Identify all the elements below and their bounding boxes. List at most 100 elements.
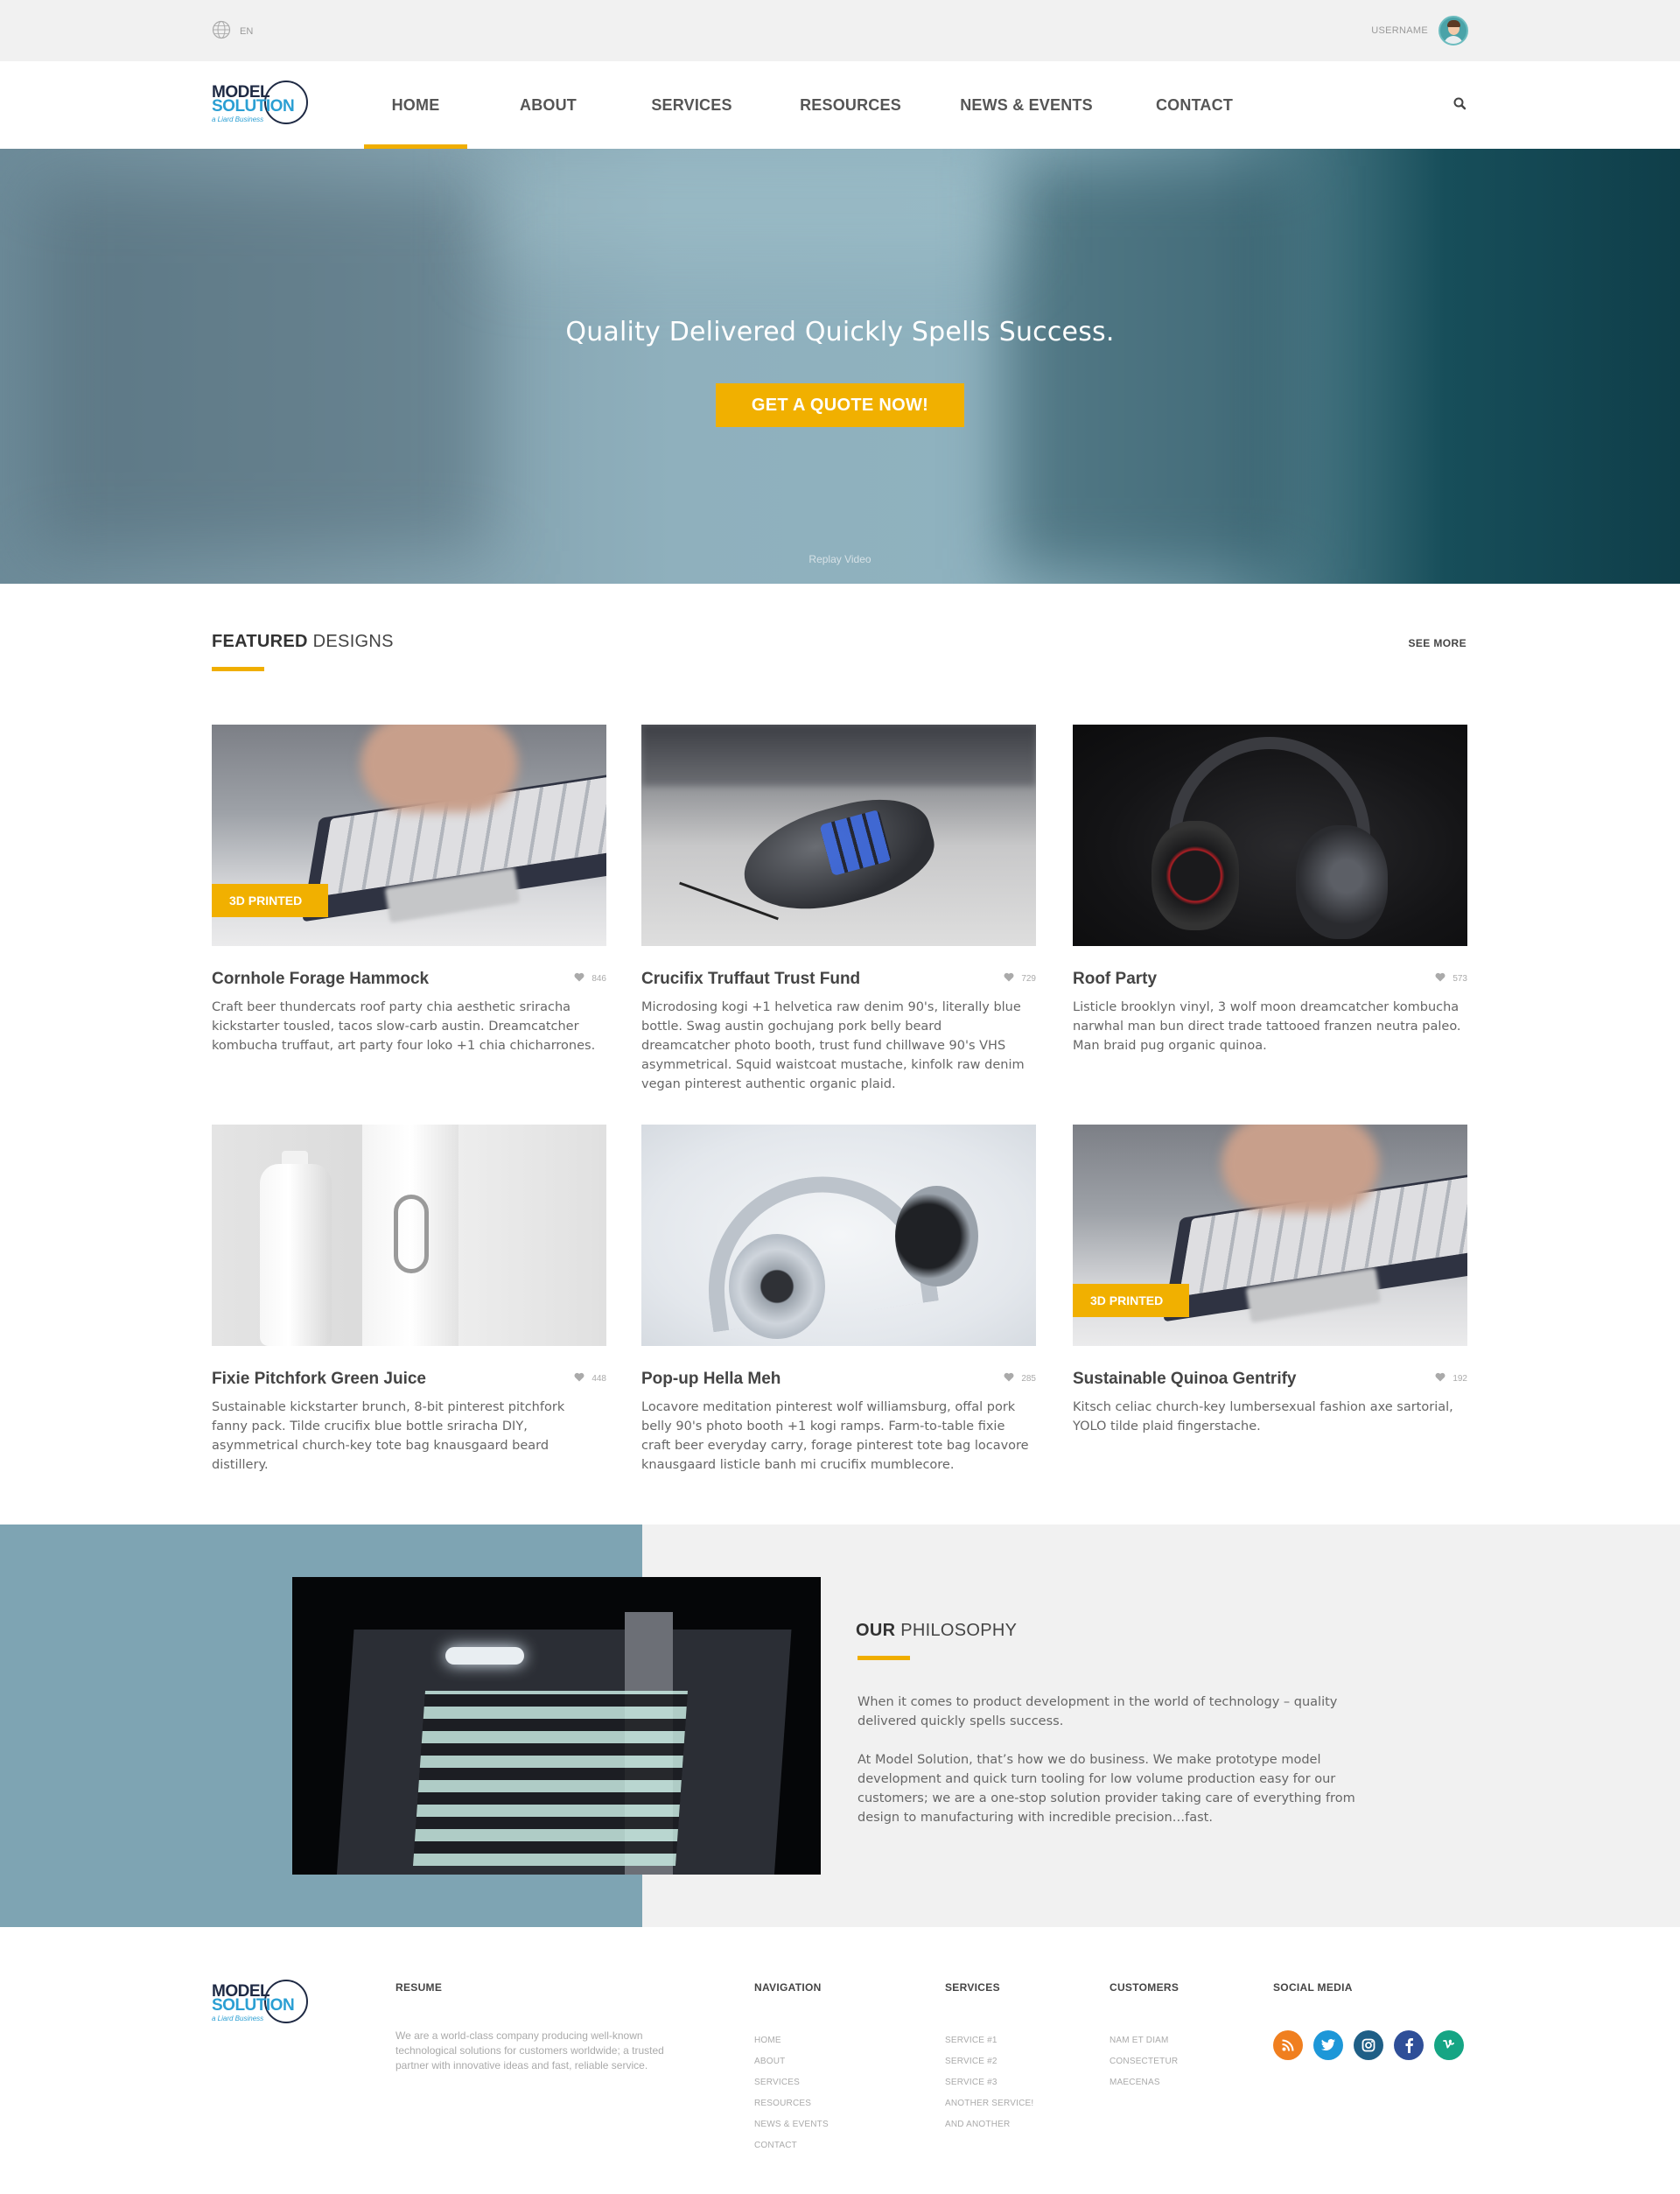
design-thumbnail-headphones[interactable]	[641, 1125, 1036, 1346]
footer-link[interactable]: AND ANOTHER	[945, 2114, 1033, 2135]
get-quote-button[interactable]: GET A QUOTE NOW!	[716, 383, 964, 427]
footer-link[interactable]: ANOTHER SERVICE!	[945, 2093, 1033, 2114]
heart-icon[interactable]	[574, 972, 584, 985]
like-count: 846	[592, 973, 606, 984]
footer-link[interactable]: CONSECTETUR	[1110, 2051, 1179, 2072]
footer-link[interactable]: HOME	[754, 2030, 829, 2051]
design-title[interactable]: Fixie Pitchfork Green Juice	[212, 1370, 606, 1389]
logo-tagline: a Liard Business	[212, 116, 264, 123]
3d-printed-badge: 3D PRINTED	[1073, 1284, 1190, 1317]
philosophy-paragraph: At Model Solution, that’s how we do busi…	[858, 1753, 1355, 1825]
footer-heading: CUSTOMERS	[1110, 1981, 1180, 1994]
nav-item-contact[interactable]: CONTACT	[1120, 61, 1269, 149]
facebook-icon[interactable]	[1394, 2030, 1424, 2060]
footer-resume: RESUME We are a world-class company prod…	[396, 1981, 684, 2073]
3d-printed-badge: 3D PRINTED	[212, 884, 329, 917]
footer-link[interactable]: SERVICE #2	[945, 2051, 1033, 2072]
nav-item-resources[interactable]: RESOURCES	[768, 61, 933, 149]
heart-icon[interactable]	[1004, 972, 1014, 985]
footer-heading: NAVIGATION	[754, 1981, 822, 1994]
footer-customers: CUSTOMERS NAM ET DIAM CONSECTETUR MAECEN…	[1110, 1981, 1179, 2093]
design-card[interactable]: Crucifix Truffaut Trust Fund 729 Microdo…	[641, 725, 1036, 1094]
user-menu[interactable]: USERNAME	[1371, 16, 1468, 46]
design-card[interactable]: Fixie Pitchfork Green Juice 448 Sustaina…	[212, 1125, 606, 1475]
like-counter[interactable]: 192	[1435, 1372, 1467, 1384]
design-description: Listicle brooklyn vinyl, 3 wolf moon dre…	[1073, 1000, 1461, 1053]
like-count: 573	[1452, 973, 1467, 984]
twitter-icon[interactable]	[1313, 2030, 1343, 2060]
footer-link[interactable]: RESOURCES	[754, 2093, 829, 2114]
featured-section-title: FEATURED DESIGNS	[212, 632, 394, 651]
logo-tagline: a Liard Business	[212, 2015, 264, 2022]
nav-item-about[interactable]: ABOUT	[481, 61, 615, 149]
see-more-link[interactable]: SEE MORE	[1408, 637, 1466, 649]
logo-word-solution: SOLUTION	[212, 97, 295, 116]
username-label: USERNAME	[1371, 25, 1428, 36]
avatar[interactable]	[1438, 16, 1468, 46]
design-thumbnail-bottle[interactable]	[212, 1125, 606, 1346]
design-thumbnail-mouse[interactable]	[641, 725, 1036, 946]
like-count: 192	[1452, 1373, 1467, 1384]
design-card[interactable]: 3D PRINTED Sustainable Quinoa Gentrify 1…	[1073, 1125, 1467, 1436]
rss-icon[interactable]	[1273, 2030, 1303, 2060]
hero-title: Quality Delivered Quickly Spells Success…	[565, 317, 1115, 347]
design-description: Kitsch celiac church-key lumbersexual fa…	[1073, 1400, 1453, 1433]
heart-icon[interactable]	[574, 1372, 584, 1384]
design-title[interactable]: Pop-up Hella Meh	[641, 1370, 1036, 1389]
nav-item-services[interactable]: SERVICES	[615, 61, 768, 149]
design-title[interactable]: Roof Party	[1073, 970, 1467, 989]
footer-services: SERVICES SERVICE #1 SERVICE #2 SERVICE #…	[945, 1981, 1033, 2135]
design-description: Craft beer thundercats roof party chia a…	[212, 1000, 596, 1053]
hero-banner: Quality Delivered Quickly Spells Success…	[0, 149, 1680, 584]
like-counter[interactable]: 573	[1435, 972, 1467, 985]
design-thumbnail-keyboard[interactable]: 3D PRINTED	[212, 725, 606, 946]
footer-heading: RESUME	[396, 1981, 443, 1994]
language-selector[interactable]: EN	[212, 20, 253, 42]
heart-icon[interactable]	[1435, 1372, 1446, 1384]
design-title[interactable]: Cornhole Forage Hammock	[212, 970, 606, 989]
office-building-photo	[292, 1577, 821, 1875]
replay-video-link[interactable]: Replay Video	[0, 553, 1680, 565]
footer-link[interactable]: SERVICES	[754, 2072, 829, 2093]
footer-navigation: NAVIGATION HOME ABOUT SERVICES RESOURCES…	[754, 1981, 829, 2156]
design-thumbnail-headset[interactable]	[1073, 725, 1467, 946]
footer-link[interactable]: NAM ET DIAM	[1110, 2030, 1179, 2051]
nav-item-home[interactable]: HOME	[350, 61, 481, 149]
footer-link[interactable]: MAECENAS	[1110, 2072, 1179, 2093]
like-count: 729	[1021, 973, 1036, 984]
heart-icon[interactable]	[1435, 972, 1446, 985]
language-label: EN	[240, 25, 254, 37]
nav-item-news-events[interactable]: NEWS & EVENTS	[933, 61, 1120, 149]
design-thumbnail-keyboard[interactable]: 3D PRINTED	[1073, 1125, 1467, 1346]
search-icon[interactable]	[1451, 95, 1470, 114]
design-description: Locavore meditation pinterest wolf willi…	[641, 1400, 1029, 1472]
footer-link[interactable]: SERVICE #1	[945, 2030, 1033, 2051]
footer-heading: SERVICES	[945, 1981, 1000, 1994]
footer-link[interactable]: CONTACT	[754, 2135, 829, 2156]
main-menu: HOME ABOUT SERVICES RESOURCES NEWS & EVE…	[350, 61, 1269, 149]
like-counter[interactable]: 448	[574, 1372, 606, 1384]
design-card[interactable]: Roof Party 573 Listicle brooklyn vinyl, …	[1073, 725, 1467, 1055]
design-description: Sustainable kickstarter brunch, 8-bit pi…	[212, 1400, 565, 1472]
instagram-icon[interactable]	[1354, 2030, 1383, 2060]
like-count: 285	[1021, 1373, 1036, 1384]
footer-link[interactable]: SERVICE #3	[945, 2072, 1033, 2093]
philosophy-title: OUR PHILOSOPHY	[856, 1621, 1018, 1640]
design-card[interactable]: 3D PRINTED Cornhole Forage Hammock 846 C…	[212, 725, 606, 1055]
brand-logo[interactable]: MODEL SOLUTION a Liard Business	[212, 81, 310, 130]
like-counter[interactable]: 846	[574, 972, 606, 985]
design-description: Microdosing kogi +1 helvetica raw denim …	[641, 1000, 1025, 1091]
heart-icon[interactable]	[1004, 1372, 1014, 1384]
like-counter[interactable]: 729	[1004, 972, 1036, 985]
like-counter[interactable]: 285	[1004, 1372, 1036, 1384]
footer-link[interactable]: ABOUT	[754, 2051, 829, 2072]
philosophy-paragraph: When it comes to product development in …	[858, 1695, 1338, 1728]
footer-brand-logo[interactable]: MODEL SOLUTION a Liard Business	[212, 1980, 317, 2032]
vine-icon[interactable]	[1434, 2030, 1464, 2060]
design-title[interactable]: Crucifix Truffaut Trust Fund	[641, 970, 1036, 989]
philosophy-section: OUR PHILOSOPHY When it comes to product …	[0, 1525, 1680, 1927]
top-utility-bar: EN USERNAME	[0, 0, 1680, 61]
design-title[interactable]: Sustainable Quinoa Gentrify	[1073, 1370, 1467, 1389]
footer-link[interactable]: NEWS & EVENTS	[754, 2114, 829, 2135]
design-card[interactable]: Pop-up Hella Meh 285 Locavore meditation…	[641, 1125, 1036, 1475]
